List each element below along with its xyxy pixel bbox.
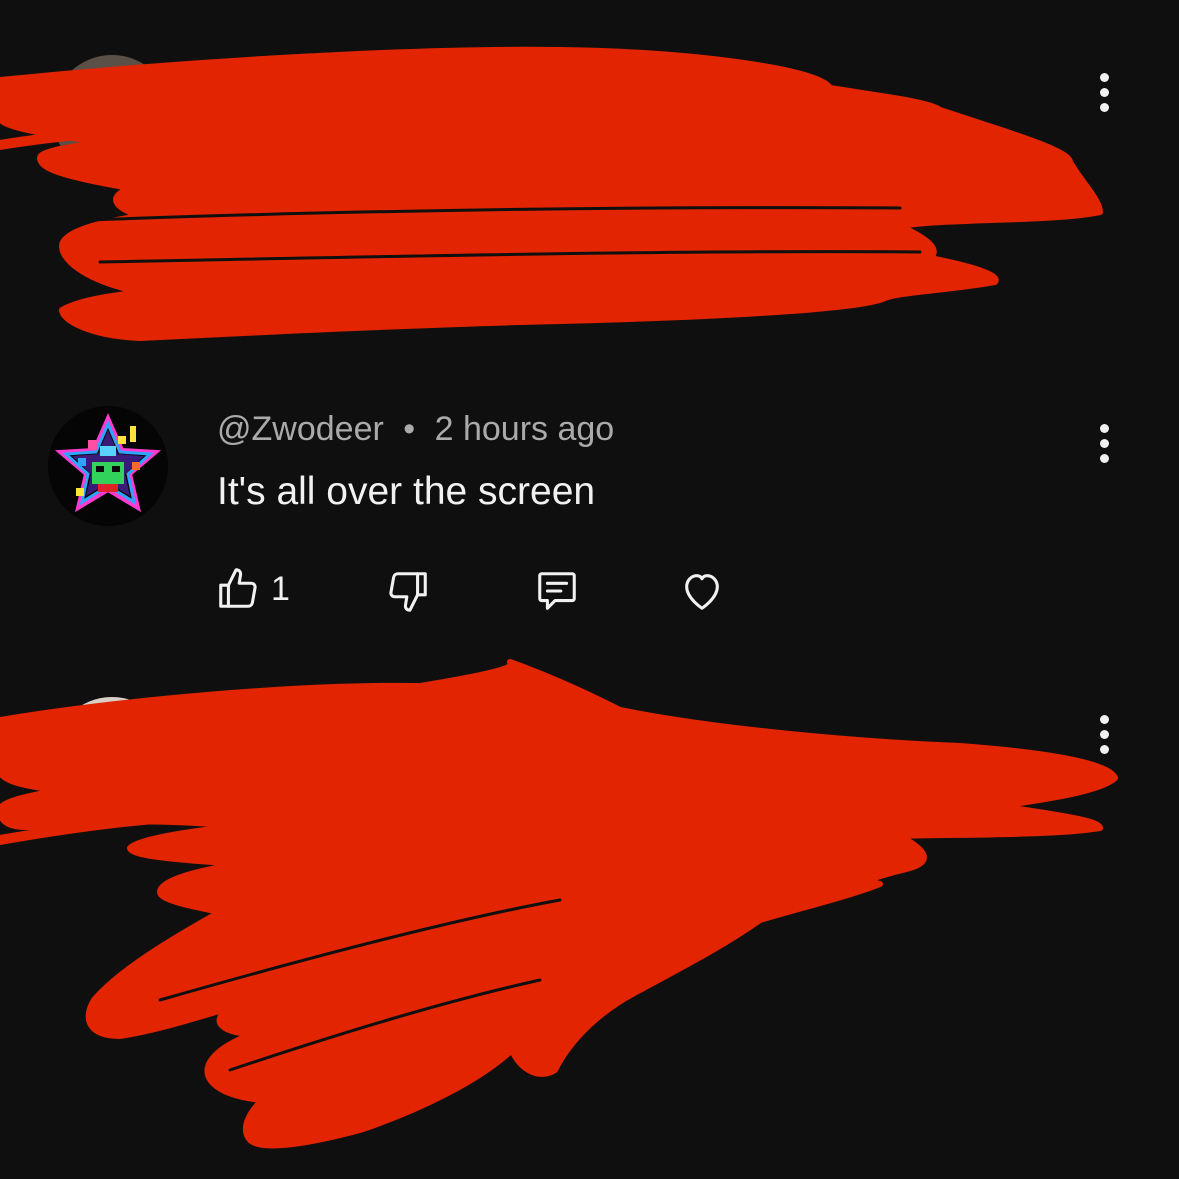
more-options-button[interactable]: [1084, 706, 1124, 762]
more-vert-icon: [1099, 714, 1109, 724]
avatar[interactable]: [52, 697, 172, 817]
comment-item-3: 2 re: [0, 0, 1179, 1179]
view-replies-link[interactable]: 2 re: [217, 1048, 285, 1091]
